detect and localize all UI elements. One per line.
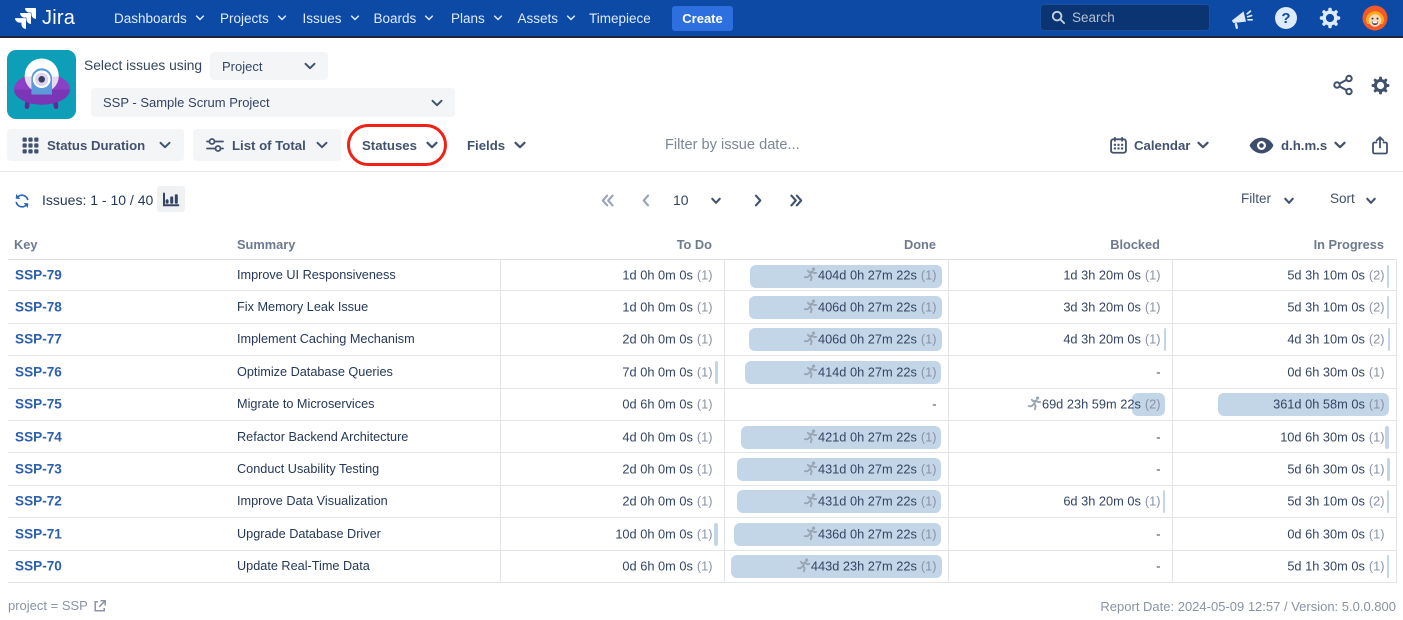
- svg-text:?: ?: [1281, 10, 1290, 27]
